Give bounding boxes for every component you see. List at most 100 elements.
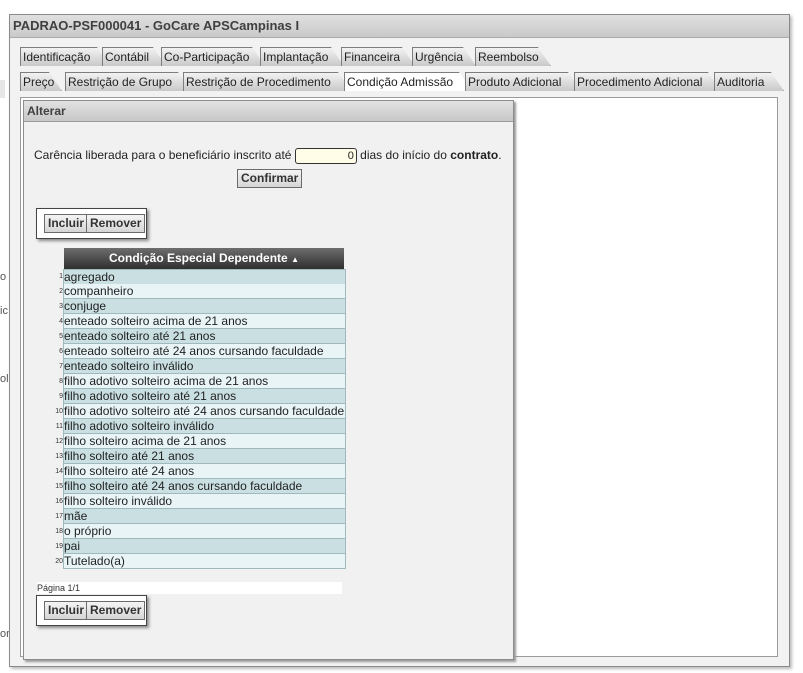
row-number: 9: [59, 393, 63, 400]
table-cell[interactable]: companheiro: [63, 284, 346, 299]
row-number: 20: [55, 558, 63, 565]
tab-implantacao[interactable]: Implantação: [260, 47, 344, 66]
tab-procedimento-adicional[interactable]: Procedimento Adicional: [574, 72, 721, 91]
tab-auditoria[interactable]: Auditoria: [714, 72, 784, 91]
tab-identificacao[interactable]: Identificação: [20, 47, 110, 66]
carencia-bold-word: contrato: [450, 148, 499, 163]
carencia-label: Carência liberada para o beneficiário in…: [34, 148, 292, 163]
table-cell[interactable]: filho solteiro acima de 21 anos: [63, 434, 346, 449]
grid-column-header[interactable]: Condição Especial Dependente ▲: [64, 248, 344, 269]
tab-restricao-procedimento[interactable]: Restrição de Procedimento: [183, 72, 351, 91]
row-number: 5: [59, 333, 63, 340]
table-cell[interactable]: conjuge: [63, 299, 346, 314]
table-row[interactable]: 11 filho adotivo solteiro inválido: [52, 419, 346, 434]
row-number: 11: [55, 423, 63, 430]
include-button[interactable]: Incluir: [44, 214, 89, 233]
table-row[interactable]: 5 enteado solteiro até 21 anos: [52, 329, 346, 344]
tab-co-participacao[interactable]: Co-Participação: [161, 47, 265, 66]
row-number: 8: [59, 378, 63, 385]
row-number: 10: [55, 408, 63, 415]
row-number: 3: [59, 303, 63, 310]
plan-window: PADRAO-PSF000041 - GoCare APSCampinas I …: [9, 14, 790, 667]
grid-body: 1 agregado 2 companheiro 3 conjuge 4 enteado so…: [52, 269, 346, 569]
row-number: 14: [55, 468, 63, 475]
edge-text-fragment: o: [0, 271, 7, 283]
table-cell[interactable]: filho adotivo solteiro acima de 21 anos: [63, 374, 346, 389]
pager-label: Página 1/1: [37, 582, 342, 594]
alterar-panel: Alterar Carência liberada para o benefic…: [23, 100, 514, 660]
row-number: 18: [55, 528, 63, 535]
row-number: 7: [59, 363, 63, 370]
confirm-button[interactable]: Confirmar: [237, 169, 303, 188]
table-row[interactable]: 6 enteado solteiro até 24 anos cursando f…: [52, 344, 346, 359]
panel-header: Alterar: [24, 101, 513, 122]
tab-preco[interactable]: Preço: [20, 72, 62, 91]
remove-button[interactable]: Remover: [86, 601, 146, 620]
table-cell[interactable]: agregado: [63, 269, 346, 285]
row-number: 16: [55, 498, 63, 505]
table-cell[interactable]: filho adotivo solteiro inválido: [63, 419, 346, 434]
carencia-end: .: [498, 148, 502, 163]
edge-text-fragment: ic: [0, 305, 8, 317]
table-row[interactable]: 19 pai: [52, 539, 346, 554]
table-row[interactable]: 12 filho solteiro acima de 21 anos: [52, 434, 346, 449]
row-number: 17: [55, 513, 63, 520]
table-row[interactable]: 16 filho solteiro inválido: [52, 494, 346, 509]
conditions-grid: Condição Especial Dependente ▲ 1 agregado…: [52, 248, 346, 569]
table-row[interactable]: 10 filho adotivo solteiro até 24 anos cur…: [52, 404, 346, 419]
row-number: 6: [59, 348, 63, 355]
table-cell[interactable]: filho solteiro até 24 anos: [63, 464, 346, 479]
tab-condicao-admissao[interactable]: Condição Admissão: [344, 72, 472, 91]
tab-contabil[interactable]: Contábil: [102, 47, 166, 66]
table-cell[interactable]: filho adotivo solteiro até 21 anos: [63, 389, 346, 404]
row-number: 4: [59, 318, 63, 325]
table-row[interactable]: 14 filho solteiro até 24 anos: [52, 464, 346, 479]
table-cell[interactable]: o próprio: [63, 524, 346, 539]
table-cell[interactable]: enteado solteiro inválido: [63, 359, 346, 374]
table-row[interactable]: 9 filho adotivo solteiro até 21 anos: [52, 389, 346, 404]
window-titlebar: PADRAO-PSF000041 - GoCare APSCampinas I: [10, 15, 789, 38]
grid-header-label: Condição Especial Dependente: [109, 251, 288, 265]
tab-financeira[interactable]: Financeira: [341, 47, 415, 66]
tab-restricao-grupo[interactable]: Restrição de Grupo: [65, 72, 191, 91]
table-cell[interactable]: mãe: [63, 509, 346, 524]
row-number: 1: [59, 273, 63, 280]
sort-asc-icon: ▲: [291, 255, 299, 264]
left-edge-bar: [0, 80, 5, 98]
row-number: 2: [59, 288, 63, 295]
bottom-action-group: Incluir Remover: [36, 595, 147, 626]
table-row[interactable]: 18 o próprio: [52, 524, 346, 539]
tab-urgencia[interactable]: Urgência: [412, 47, 476, 66]
top-action-group: Incluir Remover: [36, 208, 147, 239]
table-row[interactable]: 15 filho solteiro até 24 anos cursando fa…: [52, 479, 346, 494]
tab-produto-adicional[interactable]: Produto Adicional: [465, 72, 581, 91]
table-cell[interactable]: enteado solteiro até 24 anos cursando fa…: [63, 344, 346, 359]
table-cell[interactable]: filho solteiro inválido: [63, 494, 346, 509]
table-row[interactable]: 1 agregado: [52, 269, 346, 285]
table-row[interactable]: 20 Tutelado(a): [52, 554, 346, 569]
table-cell[interactable]: enteado solteiro acima de 21 anos: [63, 314, 346, 329]
table-cell[interactable]: filho adotivo solteiro até 24 anos cursa…: [63, 404, 346, 419]
table-row[interactable]: 7 enteado solteiro inválido: [52, 359, 346, 374]
carencia-suffix: dias do início do: [360, 148, 447, 163]
table-row[interactable]: 17 mãe: [52, 509, 346, 524]
table-cell[interactable]: enteado solteiro até 21 anos: [63, 329, 346, 344]
row-number: 12: [55, 438, 63, 445]
table-row[interactable]: 4 enteado solteiro acima de 21 anos: [52, 314, 346, 329]
row-number: 19: [55, 543, 63, 550]
table-row[interactable]: 2 companheiro: [52, 284, 346, 299]
carencia-days-input[interactable]: 0: [294, 148, 357, 164]
window-title: PADRAO-PSF000041 - GoCare APSCampinas I: [13, 18, 300, 33]
include-button[interactable]: Incluir: [44, 601, 89, 620]
edge-text-fragment: ol: [0, 373, 9, 385]
table-cell[interactable]: Tutelado(a): [63, 554, 346, 569]
table-cell[interactable]: pai: [63, 539, 346, 554]
table-cell[interactable]: filho solteiro até 24 anos cursando facu…: [63, 479, 346, 494]
row-number: 13: [55, 453, 63, 460]
table-row[interactable]: 3 conjuge: [52, 299, 346, 314]
remove-button[interactable]: Remover: [86, 214, 146, 233]
table-row[interactable]: 13 filho solteiro até 21 anos: [52, 449, 346, 464]
table-cell[interactable]: filho solteiro até 21 anos: [63, 449, 346, 464]
table-row[interactable]: 8 filho adotivo solteiro acima de 21 anos: [52, 374, 346, 389]
tab-reembolso[interactable]: Reembolso: [475, 47, 551, 66]
